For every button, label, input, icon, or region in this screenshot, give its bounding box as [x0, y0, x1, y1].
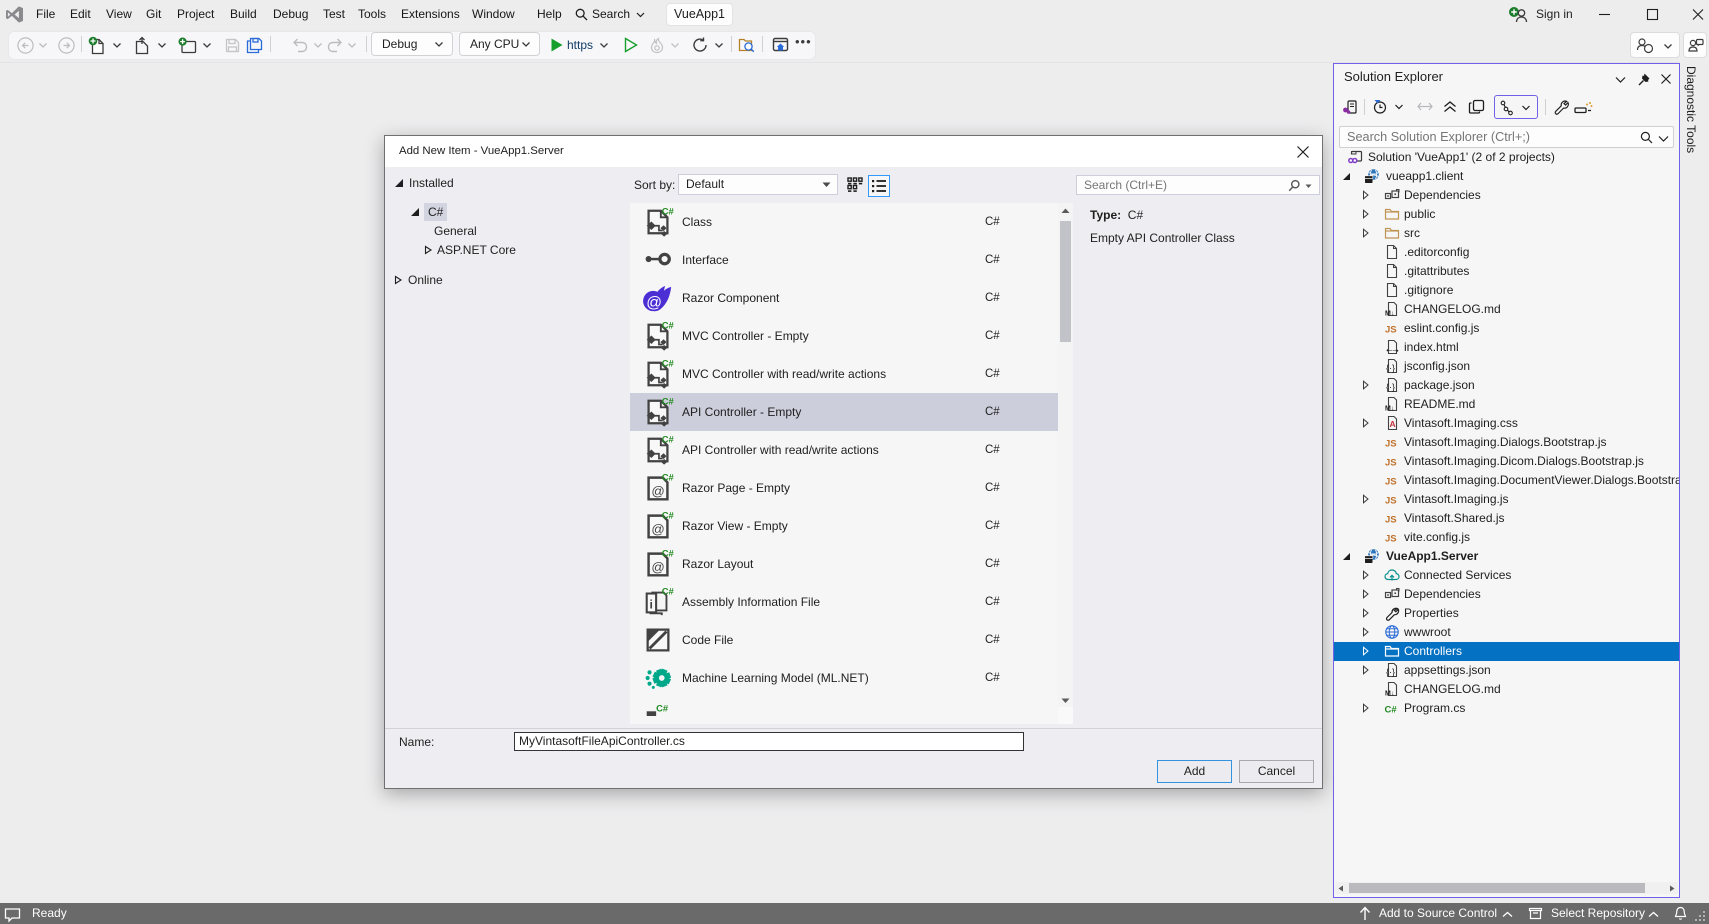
- svg-text:i: i: [650, 598, 653, 612]
- svg-text:@: @: [651, 484, 664, 499]
- svg-text:@: @: [651, 522, 664, 537]
- svg-text:@: @: [646, 294, 662, 311]
- svg-text:@: @: [651, 560, 664, 575]
